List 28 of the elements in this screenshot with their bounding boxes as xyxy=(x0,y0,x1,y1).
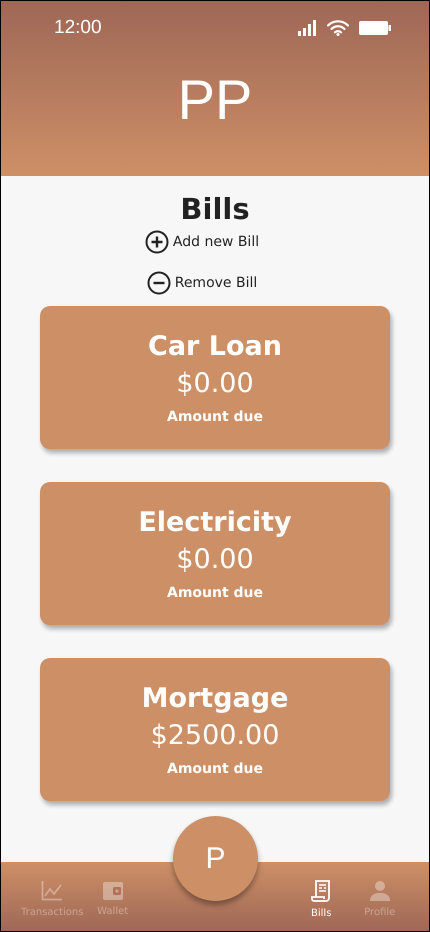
bill-name: Mortgage xyxy=(142,682,288,714)
wifi-icon xyxy=(327,20,349,36)
bill-caption: Amount due xyxy=(166,408,264,424)
profile-fab[interactable]: P xyxy=(173,816,258,901)
bill-caption: Amount due xyxy=(166,584,264,600)
signal-icon xyxy=(297,20,317,36)
bill-card[interactable]: Electricity $0.00 Amount due xyxy=(40,482,390,625)
remove-bill-link[interactable]: Remove Bill xyxy=(146,271,258,295)
bill-card[interactable]: Mortgage $2500.00 Amount due xyxy=(40,658,390,801)
nav-tab[interactable]: Bills xyxy=(292,880,350,919)
add-bill-link[interactable]: Add new Bill xyxy=(144,230,260,254)
wallet-icon xyxy=(102,882,123,900)
minus-circle-icon xyxy=(146,271,171,295)
bill-name: Car Loan xyxy=(148,330,282,362)
plus-circle-icon xyxy=(144,230,169,254)
bill-caption: Amount due xyxy=(166,760,264,776)
person-icon xyxy=(370,881,390,901)
bill-amount: $0.00 xyxy=(176,368,254,398)
bill-amount: $0.00 xyxy=(176,544,254,574)
bill-name: Electricity xyxy=(138,506,292,538)
status-time: 12:00 xyxy=(54,17,102,39)
header-title: PP xyxy=(176,67,254,132)
line-chart-icon xyxy=(41,881,64,901)
bill-amount: $2500.00 xyxy=(150,720,280,750)
page-title: Bills xyxy=(180,192,250,226)
receipt-icon xyxy=(311,880,332,902)
bill-card[interactable]: Car Loan $0.00 Amount due xyxy=(40,306,390,449)
battery-icon xyxy=(359,20,391,36)
